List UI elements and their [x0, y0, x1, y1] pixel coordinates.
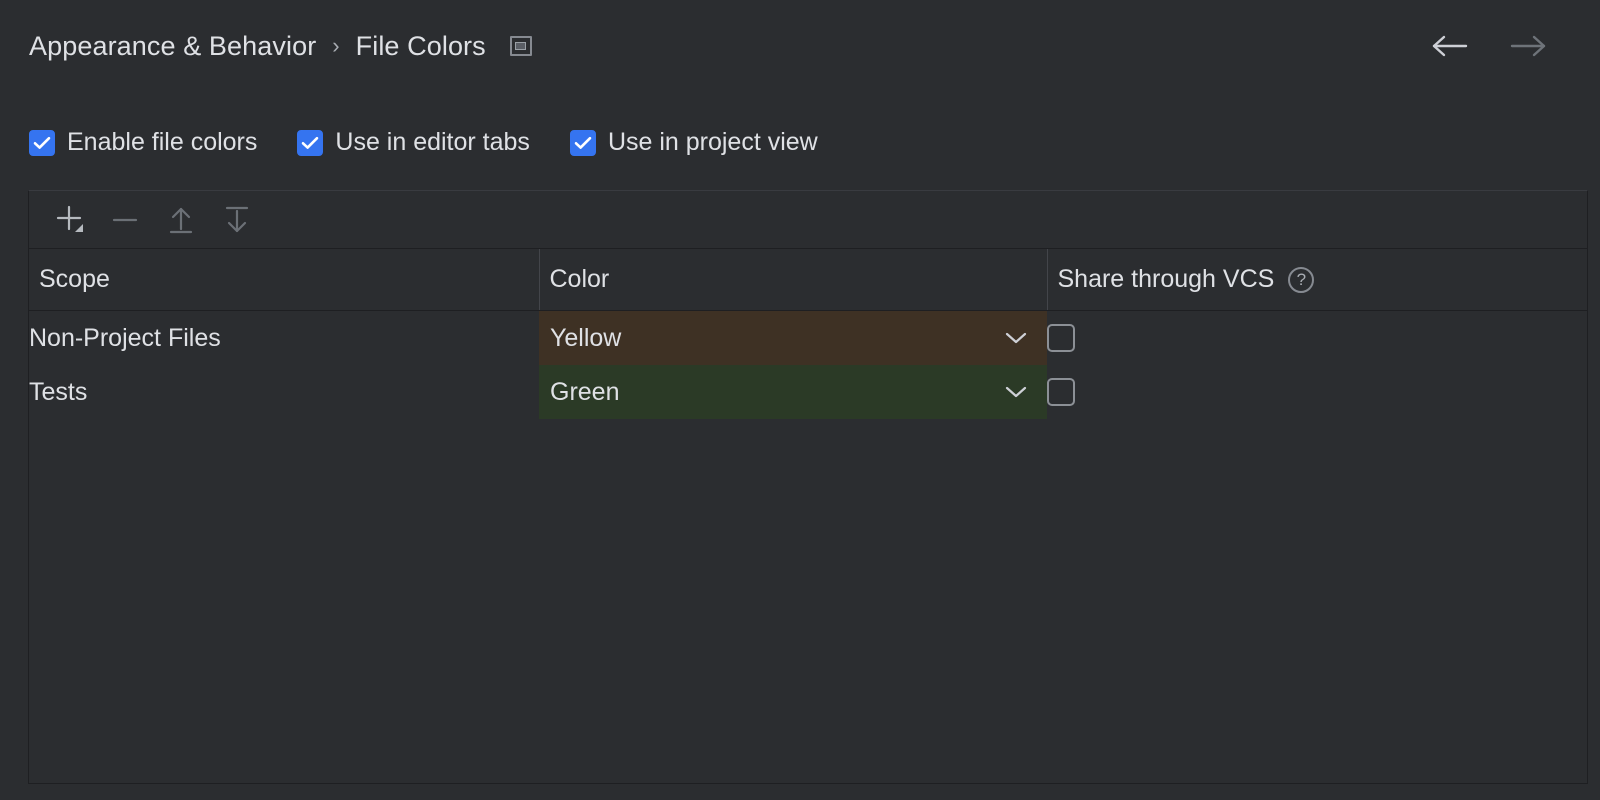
color-dropdown[interactable]: Green [539, 365, 1047, 419]
option-enable-file-colors[interactable]: Enable file colors [29, 128, 257, 157]
column-header-share-through-vcs-label: Share through VCS [1057, 265, 1275, 293]
column-header-scope-label: Scope [39, 265, 110, 293]
file-colors-table: Scope Color Share through VCS ? Non-Proj… [29, 249, 1587, 419]
checkbox-share-through-vcs[interactable] [1047, 378, 1075, 406]
breadcrumb-separator-icon: › [332, 33, 340, 58]
table-header-row: Scope Color Share through VCS ? [29, 249, 1587, 311]
column-header-color-label: Color [549, 265, 610, 293]
cell-color[interactable]: Yellow [539, 311, 1047, 365]
breadcrumb: Appearance & Behavior › File Colors [29, 31, 532, 62]
breadcrumb-parent[interactable]: Appearance & Behavior [29, 31, 316, 62]
option-label-use-in-project-view: Use in project view [607, 128, 818, 156]
table-toolbar [29, 191, 1587, 249]
column-header-scope[interactable]: Scope [29, 249, 539, 311]
move-down-button[interactable] [209, 198, 265, 242]
forward-arrow-icon[interactable] [1508, 30, 1548, 62]
help-icon[interactable]: ? [1288, 266, 1315, 293]
checkbox-use-in-project-view[interactable] [569, 129, 596, 156]
add-button[interactable] [41, 198, 97, 242]
table-row[interactable]: Tests Green [29, 365, 1587, 419]
option-use-in-editor-tabs[interactable]: Use in editor tabs [297, 128, 530, 157]
navigation-arrows [1430, 30, 1548, 62]
column-header-share-through-vcs[interactable]: Share through VCS ? [1046, 249, 1587, 311]
move-up-button[interactable] [153, 198, 209, 242]
color-dropdown-value: Yellow [550, 323, 622, 352]
back-arrow-icon[interactable] [1430, 30, 1470, 62]
color-dropdown-value: Green [550, 377, 620, 406]
remove-button[interactable] [97, 198, 153, 242]
table-row[interactable]: Non-Project Files Yellow [29, 311, 1587, 366]
cell-share-through-vcs[interactable] [1047, 311, 1587, 366]
settings-header: Appearance & Behavior › File Colors [0, 0, 1600, 92]
option-use-in-project-view[interactable]: Use in project view [569, 128, 818, 157]
file-colors-options: Enable file colors Use in editor tabs Us… [29, 128, 818, 157]
checkbox-share-through-vcs[interactable] [1047, 324, 1075, 352]
option-label-enable-file-colors: Enable file colors [67, 128, 258, 156]
file-colors-panel: Scope Color Share through VCS ? Non-Proj… [28, 190, 1588, 784]
cell-scope[interactable]: Tests [29, 365, 539, 419]
column-header-color[interactable]: Color [538, 249, 1047, 311]
checkbox-enable-file-colors[interactable] [29, 129, 55, 156]
chevron-down-icon[interactable] [1003, 330, 1029, 346]
option-label-use-in-editor-tabs: Use in editor tabs [335, 128, 530, 156]
window-icon [509, 36, 532, 56]
color-dropdown[interactable]: Yellow [539, 311, 1047, 365]
breadcrumb-current: File Colors [355, 30, 486, 61]
checkbox-use-in-editor-tabs[interactable] [297, 129, 324, 156]
cell-share-through-vcs[interactable] [1047, 365, 1587, 419]
cell-scope[interactable]: Non-Project Files [29, 311, 539, 366]
chevron-down-icon[interactable] [1003, 384, 1029, 400]
cell-color[interactable]: Green [539, 365, 1047, 419]
